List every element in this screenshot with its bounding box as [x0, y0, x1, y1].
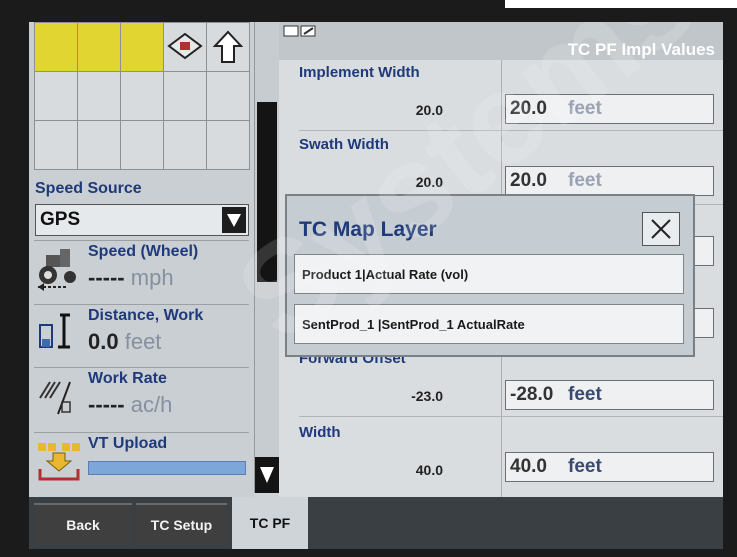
- field-label: Implement Width: [299, 64, 420, 81]
- implement-width-input[interactable]: 20.0 feet: [505, 94, 714, 124]
- swath-width-input[interactable]: 20.0 feet: [505, 166, 714, 196]
- distance-value: 0.0 feet: [88, 329, 161, 355]
- vt-upload-readout[interactable]: VT Upload: [34, 432, 249, 493]
- grid-cell[interactable]: [77, 71, 121, 121]
- grid-cell[interactable]: [120, 71, 164, 121]
- width-input[interactable]: 40.0 feet: [505, 452, 714, 482]
- grid-cell[interactable]: [77, 22, 121, 72]
- work-rate-number: -----: [88, 392, 125, 417]
- scroll-thumb[interactable]: [257, 102, 277, 282]
- left-panel: Speed Source GPS Speed (Wheel) ----- mph…: [29, 22, 254, 497]
- input-unit: feet: [568, 170, 602, 191]
- distance-label: Distance, Work: [88, 307, 204, 324]
- layout-icon: [166, 25, 204, 69]
- field-label: Swath Width: [299, 136, 389, 153]
- speed-source-dropdown[interactable]: GPS: [35, 204, 249, 236]
- implement-width-row: Implement Width 20.0 20.0 feet: [279, 64, 723, 130]
- layer-option[interactable]: SentProd_1 |SentProd_1 ActualRate: [294, 304, 684, 344]
- distance-icon: [36, 311, 84, 355]
- tractor-icon: [36, 247, 84, 291]
- speed-label: Speed (Wheel): [88, 243, 199, 260]
- close-icon: [651, 219, 671, 239]
- layout-button[interactable]: [163, 22, 207, 72]
- up-arrow-icon: [209, 25, 247, 69]
- grid-cell[interactable]: [120, 120, 164, 170]
- work-rate-icon: [36, 374, 84, 418]
- page-title: TC PF Impl Values: [567, 40, 715, 59]
- display-screen: Speed Source GPS Speed (Wheel) ----- mph…: [29, 22, 723, 549]
- forward-offset-row: Forward Offset -23.0 -28.0 feet: [279, 350, 723, 416]
- grid-cell[interactable]: [34, 120, 78, 170]
- forward-offset-input[interactable]: -28.0 feet: [505, 380, 714, 410]
- swath-width-row: Swath Width 20.0 20.0 feet: [279, 136, 723, 202]
- grid-cell[interactable]: [120, 22, 164, 72]
- work-rate-label: Work Rate: [88, 370, 167, 387]
- grid-cell[interactable]: [77, 120, 121, 170]
- distance-unit: feet: [124, 329, 162, 354]
- grid-cell[interactable]: [34, 22, 78, 72]
- input-unit: feet: [568, 456, 602, 477]
- upload-icon: [36, 439, 84, 483]
- grid-cell[interactable]: [206, 120, 250, 170]
- field-number: 20.0: [415, 174, 443, 190]
- input-unit: feet: [568, 98, 602, 119]
- distance-number: 0.0: [88, 329, 119, 354]
- row-divider: [299, 130, 723, 131]
- layer-option[interactable]: Product 1|Actual Rate (vol): [294, 254, 684, 294]
- tab-bar: Back TC Setup TC PF: [29, 497, 723, 549]
- vt-upload-label: VT Upload: [88, 435, 168, 452]
- tab-tc-setup[interactable]: TC Setup: [136, 503, 227, 545]
- map-layer-dialog: TC Map Layer Product 1|Actual Rate (vol)…: [285, 194, 695, 357]
- screen-icons: [283, 24, 317, 40]
- speed-readout[interactable]: Speed (Wheel) ----- mph: [34, 240, 249, 296]
- width-row: Width 40.0 40.0 feet: [279, 424, 723, 490]
- input-value: 40.0: [510, 456, 547, 477]
- shortcut-grid: [34, 22, 250, 171]
- speed-number: -----: [88, 265, 125, 290]
- distance-readout[interactable]: Distance, Work 0.0 feet: [34, 304, 249, 363]
- grid-cell[interactable]: [163, 120, 207, 170]
- work-rate-readout[interactable]: Work Rate ----- ac/h: [34, 367, 249, 428]
- close-button[interactable]: [642, 212, 680, 246]
- speed-unit: mph: [130, 265, 174, 290]
- input-value: 20.0: [510, 170, 547, 191]
- chevron-down-icon[interactable]: [222, 207, 246, 233]
- scrollbar[interactable]: [254, 22, 279, 493]
- panel-header: TC PF Impl Values: [279, 22, 723, 60]
- tab-tc-pf[interactable]: TC PF: [232, 497, 308, 549]
- scroll-down-icon[interactable]: [255, 457, 279, 493]
- grid-cell[interactable]: [206, 71, 250, 121]
- grid-cell[interactable]: [34, 71, 78, 121]
- field-number: 40.0: [415, 462, 443, 478]
- speed-source-label: Speed Source: [35, 180, 142, 197]
- vt-upload-progress: [88, 461, 246, 475]
- field-label: Width: [299, 424, 341, 441]
- work-rate-unit: ac/h: [130, 392, 173, 417]
- row-divider: [299, 416, 723, 417]
- work-rate-value: ----- ac/h: [88, 392, 172, 418]
- home-button[interactable]: [206, 22, 250, 72]
- input-unit: feet: [568, 384, 602, 405]
- field-number: -23.0: [411, 388, 443, 404]
- field-number: 20.0: [415, 102, 443, 118]
- input-value: 20.0: [510, 98, 547, 119]
- layer-option-label: SentProd_1 |SentProd_1 ActualRate: [302, 317, 525, 332]
- speed-value: ----- mph: [88, 265, 174, 291]
- bezel-corner: [505, 0, 737, 8]
- grid-cell[interactable]: [163, 71, 207, 121]
- layer-option-label: Product 1|Actual Rate (vol): [302, 267, 469, 282]
- speed-source-value: GPS: [40, 209, 81, 230]
- dialog-title: TC Map Layer: [299, 218, 437, 241]
- input-value: -28.0: [510, 384, 554, 405]
- tab-back[interactable]: Back: [34, 503, 132, 545]
